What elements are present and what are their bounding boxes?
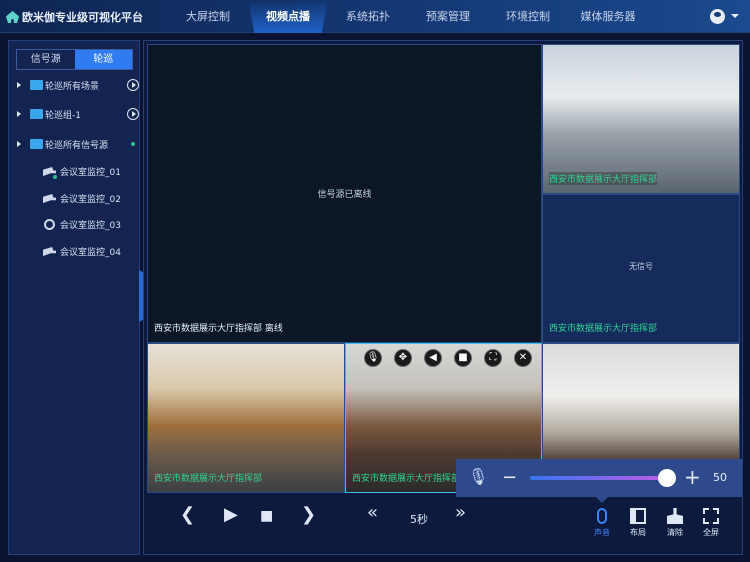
volume-decrease-button[interactable]: − [502, 467, 517, 488]
tab-patrol[interactable]: 轮巡 [74, 50, 132, 69]
folder-icon [30, 139, 43, 149]
play-button[interactable]: ▶ [224, 504, 238, 525]
volume-increase-button[interactable]: + [684, 465, 701, 489]
sound-label: 声音 [594, 528, 610, 537]
online-status-dot [53, 175, 57, 179]
close-icon[interactable]: ✕ [514, 349, 532, 367]
office-video-frame [543, 45, 739, 193]
no-signal-message: 无信号 [629, 262, 653, 271]
tree-group[interactable]: 轮巡组-1 [17, 107, 81, 121]
mic-icon [597, 508, 607, 524]
app-logo: 欧米伽专业级可视化平台 [6, 9, 143, 25]
layout-label: 布局 [630, 528, 646, 537]
mic-icon: 🎙 [468, 467, 489, 486]
tile-caption: 西安市数据展示大厅指挥部 [549, 172, 658, 185]
video-tile-top-right[interactable]: 西安市数据展示大厅指挥部 [542, 44, 740, 194]
speaker-icon[interactable]: ◀ [424, 349, 442, 367]
group-label: 轮巡所有场景 [45, 81, 100, 92]
tile-caption: 西安市数据展示大厅指挥部 [154, 474, 263, 484]
logo-icon [6, 11, 19, 23]
online-status-dot [131, 142, 135, 146]
tree-group[interactable]: 轮巡所有场景 [17, 78, 99, 92]
nav-media-server[interactable]: 媒体服务器 [568, 0, 648, 33]
play-icon[interactable] [127, 79, 139, 91]
camera-label: 会议室监控_04 [60, 248, 121, 258]
user-menu-caret-icon[interactable] [731, 14, 739, 22]
play-icon[interactable] [127, 108, 139, 120]
camera-label: 会议室监控_02 [60, 195, 121, 205]
fullscreen-icon [703, 508, 719, 524]
nav-video-on-demand[interactable]: 视频点播 [248, 0, 328, 33]
move-icon[interactable]: ✥ [394, 349, 412, 367]
nav-screen-control[interactable]: 大屏控制 [168, 0, 248, 33]
volume-slider[interactable] [530, 476, 670, 480]
volume-slider-handle[interactable] [658, 469, 676, 487]
fullscreen-label: 全屏 [703, 528, 719, 537]
camera-icon [43, 247, 56, 256]
layout-icon [630, 508, 646, 524]
main-nav: 大屏控制 视频点播 系统拓扑 预案管理 环境控制 媒体服务器 [168, 0, 648, 33]
camera-icon[interactable]: ■ [454, 349, 472, 367]
group-label: 轮巡所有信号源 [45, 140, 109, 151]
camera-item[interactable]: 会议室监控_04 [43, 245, 121, 258]
video-tile-main[interactable]: 信号源已离线 西安市数据展示大厅指挥部 离线 [147, 44, 542, 343]
expand-icon[interactable] [17, 141, 24, 147]
mic-icon[interactable]: 🎙 [364, 349, 382, 367]
offline-message: 信号源已离线 [317, 190, 372, 200]
previous-button[interactable]: ❮ [180, 504, 195, 525]
next-button[interactable]: ❯ [301, 504, 316, 525]
tile-caption: 西安市数据展示大厅指挥部 [352, 474, 461, 484]
expand-icon[interactable] [17, 111, 24, 117]
tile-caption: 西安市数据展示大厅指挥部 离线 [154, 324, 283, 334]
fullscreen-icon[interactable]: ⛶ [484, 349, 502, 367]
camera-item[interactable]: 会议室监控_02 [43, 192, 121, 205]
clear-label: 清除 [667, 528, 683, 537]
camera-icon [43, 194, 56, 203]
tab-signal-source[interactable]: 信号源 [17, 50, 75, 69]
nav-plans[interactable]: 预案管理 [408, 0, 488, 33]
layout-button[interactable]: 布局 [623, 508, 653, 538]
camera-label: 会议室监控_01 [60, 168, 121, 178]
group-label: 轮巡组-1 [45, 110, 81, 121]
sidebar: 信号源 轮巡 轮巡所有场景 轮巡组-1 轮巡所有信号源 会议室监控_01 会议室… [8, 40, 140, 555]
expand-icon[interactable] [17, 82, 24, 88]
folder-icon [30, 109, 43, 119]
tree-group[interactable]: 轮巡所有信号源 [17, 137, 108, 151]
sidebar-tabs: 信号源 轮巡 [16, 49, 133, 70]
nav-topology[interactable]: 系统拓扑 [328, 0, 408, 33]
tile-caption: 西安市数据展示大厅指挥部 [549, 324, 658, 334]
patrol-interval: 5秒 [410, 513, 428, 526]
tile-control-bar: 🎙 ✥ ◀ ■ ⛶ ✕ [364, 349, 532, 367]
nav-environment[interactable]: 环境控制 [488, 0, 568, 33]
volume-value: 50 [713, 471, 727, 484]
video-tile-mid-right[interactable]: 无信号 西安市数据展示大厅指挥部 [542, 194, 740, 343]
faster-button[interactable]: » [455, 502, 466, 523]
folder-icon [30, 80, 43, 90]
broom-icon [667, 508, 683, 524]
top-header: 欧米伽专业级可视化平台 大屏控制 视频点播 系统拓扑 预案管理 环境控制 媒体服… [0, 0, 750, 33]
stop-button[interactable]: ■ [260, 508, 273, 524]
app-title: 欧米伽专业级可视化平台 [22, 11, 143, 24]
user-circle-icon[interactable] [710, 9, 725, 24]
slower-button[interactable]: « [367, 502, 378, 523]
meeting-room-video-frame [148, 344, 344, 492]
volume-popup: 🎙 − + 50 [456, 459, 742, 503]
camera-item[interactable]: 会议室监控_03 [43, 218, 121, 231]
video-tile-bottom-left[interactable]: 西安市数据展示大厅指挥部 [147, 343, 345, 493]
sound-button[interactable]: 声音 [587, 508, 617, 538]
webcam-icon [44, 219, 55, 230]
fullscreen-button[interactable]: 全屏 [696, 508, 726, 538]
camera-label: 会议室监控_03 [60, 221, 121, 231]
clear-button[interactable]: 清除 [660, 508, 690, 538]
